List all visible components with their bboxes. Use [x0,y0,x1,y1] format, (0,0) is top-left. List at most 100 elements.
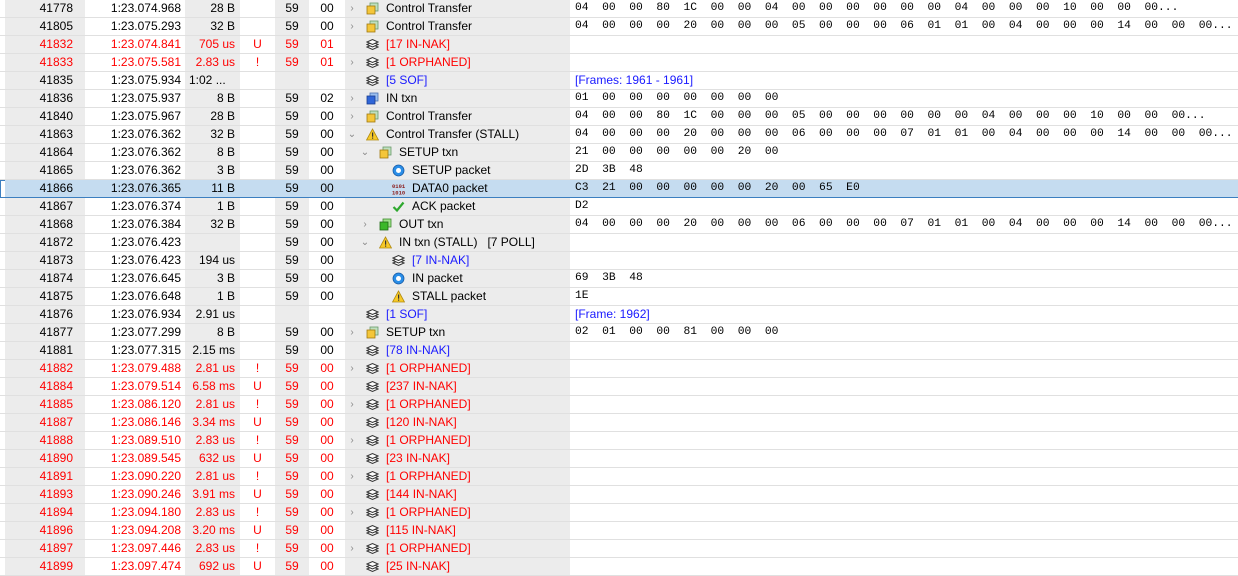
record-cell[interactable]: SETUP packet [345,162,570,179]
table-row[interactable]: 41885 1:23.086.120 2.81 us! 59 00 › [1 ORPHANE… [0,396,1238,414]
table-row[interactable]: 41884 1:23.079.514 6.58 ms U 59 00 [237 IN-NAK… [0,378,1238,396]
table-row[interactable]: 41893 1:23.090.246 3.91 ms U 59 00 [144 IN-NAK… [0,486,1238,504]
gold-cube-icon [379,146,392,159]
table-row[interactable]: 41868 1:23.076.384 32 B 59 00 › OUT txn 04 00 0… [0,216,1238,234]
chevron-down-icon[interactable]: ⌄ [347,126,357,143]
table-row[interactable]: 41805 1:23.075.293 32 B 59 00 › Control Transf… [0,18,1238,36]
record-cell[interactable]: › SETUP txn [345,324,570,341]
record-cell[interactable]: [237 IN-NAK] [345,378,570,395]
length: 32 B [185,216,240,233]
record-label: [1 ORPHANED] [386,469,471,483]
record-cell[interactable]: › Control Transfer [345,108,570,125]
record-cell[interactable]: STALL packet [345,288,570,305]
record-cell[interactable]: ⌄ SETUP txn [345,144,570,161]
record-cell[interactable]: › Control Transfer [345,18,570,35]
table-row[interactable]: 41833 1:23.075.581 2.83 us! 59 01 › [1 ORPHANE… [0,54,1238,72]
record-cell[interactable]: [1 SOF] [345,306,570,323]
table-row[interactable]: 41882 1:23.079.488 2.81 us! 59 00 › [1 ORPHANE… [0,360,1238,378]
record-cell[interactable]: › [1 ORPHANED] [345,432,570,449]
record-cell[interactable]: › IN txn [345,90,570,107]
table-row[interactable]: 41891 1:23.090.220 2.81 us! 59 00 › [1 ORPHANE… [0,468,1238,486]
table-row[interactable]: 41835 1:23.075.934 1:02 ... [5 SOF] [Frames:… [0,72,1238,90]
length: 11 B [185,180,240,197]
table-row[interactable]: 41896 1:23.094.208 3.20 ms U 59 00 [115 IN-NAK… [0,522,1238,540]
table-row[interactable]: 41778 1:23.074.968 28 B 59 00 › Control Transf… [0,0,1238,18]
chevron-right-icon[interactable]: › [347,396,357,413]
table-row[interactable]: 41874 1:23.076.645 3 B 59 00 IN packet 69 3B 4… [0,270,1238,288]
chevron-right-icon[interactable]: › [347,90,357,107]
table-row[interactable]: 41873 1:23.076.423 194 us 59 00 [7 IN-NAK] [0,252,1238,270]
table-row[interactable]: 41865 1:23.076.362 3 B 59 00 SETUP packet 2D 3… [0,162,1238,180]
record-index: 41894 [5,504,85,521]
length: 3.34 ms [185,414,240,431]
chevron-right-icon[interactable]: › [347,360,357,377]
table-row[interactable]: 41836 1:23.075.937 8 B 59 02 › IN txn 01 00 00 … [0,90,1238,108]
endpoint: 00 [309,396,345,413]
chevron-right-icon[interactable]: › [347,324,357,341]
table-row[interactable]: 41899 1:23.097.474 692 us U 59 00 [25 IN-NAK] [0,558,1238,576]
chevron-right-icon[interactable]: › [347,54,357,71]
record-cell[interactable]: [17 IN-NAK] [345,36,570,53]
chevron-right-icon[interactable]: › [360,216,370,233]
record-cell[interactable]: › Control Transfer [345,0,570,17]
record-index: 41872 [5,234,85,251]
table-row[interactable]: 41876 1:23.076.934 2.91 us [1 SOF] [Frame: 1… [0,306,1238,324]
device-address: 59 [275,270,309,287]
record-cell[interactable]: [115 IN-NAK] [345,522,570,539]
record-cell[interactable]: [144 IN-NAK] [345,486,570,503]
record-cell[interactable]: › OUT txn [345,216,570,233]
record-cell[interactable]: › [1 ORPHANED] [345,360,570,377]
device-address: 59 [275,522,309,539]
record-cell[interactable]: ACK packet [345,198,570,215]
endpoint: 00 [309,198,345,215]
table-row[interactable]: 41881 1:23.077.315 2.15 ms 59 00 [78 IN-NAK] [0,342,1238,360]
chevron-right-icon[interactable]: › [347,504,357,521]
stack-icon [365,434,380,447]
record-index: 41885 [5,396,85,413]
timestamp: 1:23.075.934 [85,72,185,89]
table-row[interactable]: 41863 1:23.076.362 32 B 59 00 ⌄ Control Transf… [0,126,1238,144]
endpoint: 00 [309,216,345,233]
table-row[interactable]: 41875 1:23.076.648 1 B 59 00 STALL packet 1E [0,288,1238,306]
record-cell[interactable]: › [1 ORPHANED] [345,540,570,557]
chevron-right-icon[interactable]: › [347,468,357,485]
record-cell[interactable]: › [1 ORPHANED] [345,396,570,413]
record-cell[interactable]: › [1 ORPHANED] [345,54,570,71]
chevron-right-icon[interactable]: › [347,432,357,449]
chevron-right-icon[interactable]: › [347,18,357,35]
table-row[interactable]: 41888 1:23.089.510 2.83 us! 59 00 › [1 ORPHANE… [0,432,1238,450]
table-row[interactable]: 41832 1:23.074.841 705 us U 59 01 [17 IN-NAK] [0,36,1238,54]
table-row[interactable]: 41877 1:23.077.299 8 B 59 00 › SETUP txn 02 01 … [0,324,1238,342]
length: 3 B [185,270,240,287]
record-cell[interactable]: [23 IN-NAK] [345,450,570,467]
chevron-down-icon[interactable]: ⌄ [360,144,370,161]
table-row[interactable]: 41894 1:23.094.180 2.83 us! 59 00 › [1 ORPHANE… [0,504,1238,522]
table-row[interactable]: 41887 1:23.086.146 3.34 ms U 59 00 [120 IN-NAK… [0,414,1238,432]
table-row[interactable]: 41866 1:23.076.365 11 B 59 00 0101 1010 DATA0 p… [0,180,1238,198]
record-cell[interactable]: ⌄ IN txn (STALL) [7 POLL] [345,234,570,251]
record-cell[interactable]: › [1 ORPHANED] [345,504,570,521]
record-cell[interactable]: [7 IN-NAK] [345,252,570,269]
record-cell[interactable]: ⌄ Control Transfer (STALL) [345,126,570,143]
chevron-right-icon[interactable]: › [347,540,357,557]
timestamp: 1:23.089.510 [85,432,185,449]
record-index: 41884 [5,378,85,395]
record-cell[interactable]: [78 IN-NAK] [345,342,570,359]
record-cell[interactable]: [25 IN-NAK] [345,558,570,575]
table-row[interactable]: 41840 1:23.075.967 28 B 59 00 › Control Transf… [0,108,1238,126]
record-cell[interactable]: [5 SOF] [345,72,570,89]
table-row[interactable]: 41897 1:23.097.446 2.83 us! 59 00 › [1 ORPHANE… [0,540,1238,558]
record-cell[interactable]: › [1 ORPHANED] [345,468,570,485]
record-cell[interactable]: 0101 1010 DATA0 packet [345,180,570,197]
chevron-right-icon[interactable]: › [347,0,357,17]
chevron-down-icon[interactable]: ⌄ [360,234,370,251]
record-cell[interactable]: [120 IN-NAK] [345,414,570,431]
table-row[interactable]: 41890 1:23.089.545 632 us U 59 00 [23 IN-NAK] [0,450,1238,468]
table-row[interactable]: 41867 1:23.076.374 1 B 59 00 ACK packet D2 [0,198,1238,216]
table-row[interactable]: 41872 1:23.076.423 59 00 ⌄ IN txn (STALL) [7 … [0,234,1238,252]
chevron-right-icon[interactable]: › [347,108,357,125]
table-row[interactable]: 41864 1:23.076.362 8 B 59 00 ⌄ SETUP txn 21 00 … [0,144,1238,162]
error-flag: U [240,486,275,503]
device-address: 59 [275,180,309,197]
record-cell[interactable]: IN packet [345,270,570,287]
